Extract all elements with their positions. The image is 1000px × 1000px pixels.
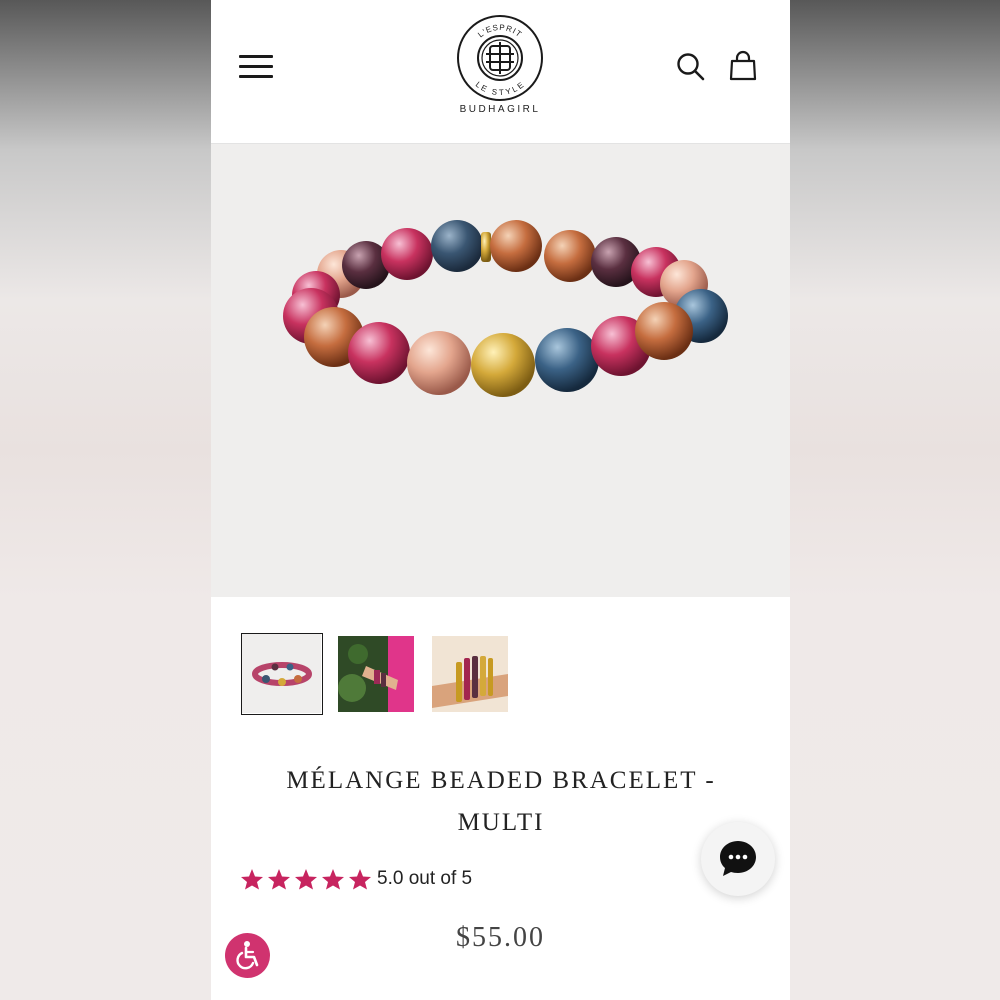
chat-bubble-icon[interactable] — [701, 822, 775, 896]
rating-stars — [240, 868, 372, 890]
blurred-backdrop-right — [790, 0, 1000, 1000]
thumbnail-bracelet-product-shot[interactable] — [241, 633, 323, 715]
beaded-bracelet-image — [283, 220, 728, 397]
blurred-backdrop-left — [0, 0, 211, 1000]
product-rating[interactable]: 5.0 out of 5 — [240, 866, 472, 892]
thumbnail-bracelet-stacked-bangles[interactable] — [432, 636, 508, 712]
search-icon[interactable] — [676, 52, 706, 82]
brand-name: BUDHAGIRL — [459, 104, 541, 115]
logo-emblem-icon: L'ESPRIT LE STYLE — [457, 15, 543, 101]
star-icon — [322, 869, 344, 890]
hamburger-menu-icon[interactable] — [239, 52, 273, 80]
star-icon — [295, 869, 317, 890]
brand-logo[interactable]: L'ESPRIT LE STYLE BUDHAGIRL — [454, 14, 546, 124]
wheelchair-accessibility-icon[interactable] — [225, 933, 270, 978]
product-price: $55.00 — [456, 922, 545, 953]
product-hero-image[interactable] — [211, 144, 790, 597]
shopping-bag-icon[interactable] — [728, 50, 758, 82]
mobile-product-page: L'ESPRIT LE STYLE BUDHAGIRL MÉLANGE BEAD… — [211, 0, 790, 1000]
svg-text:LE STYLE: LE STYLE — [474, 80, 526, 97]
rating-text: 5.0 out of 5 — [377, 868, 473, 889]
product-title: MÉLANGE BEADED BRACELET - MULTI — [286, 767, 716, 836]
star-icon — [268, 869, 290, 890]
star-icon — [241, 869, 263, 890]
star-icon — [349, 869, 371, 890]
thumbnail-bracelet-on-wrist[interactable] — [338, 636, 414, 712]
site-header: L'ESPRIT LE STYLE BUDHAGIRL — [211, 0, 790, 144]
